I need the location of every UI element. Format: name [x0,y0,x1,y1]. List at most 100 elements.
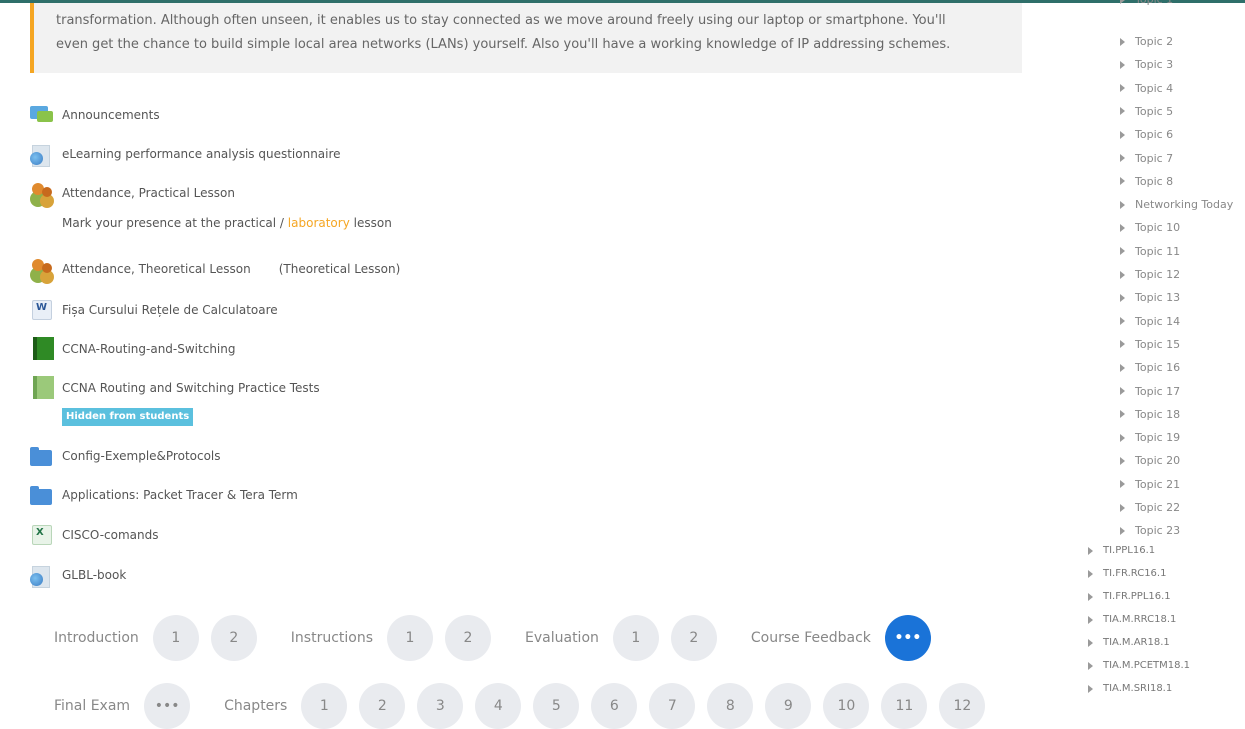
sidebar-topic-label[interactable]: Topic 10 [1135,221,1180,234]
sidebar-topic-item[interactable]: Networking Today [1120,198,1233,211]
expand-triangle-icon[interactable] [1120,433,1125,442]
nav-chapter-3[interactable]: 3 [417,683,464,729]
activity-label[interactable]: Fișa Cursului Rețele de Calculatoare [62,303,278,317]
expand-triangle-icon[interactable] [1120,340,1125,349]
sidebar-topic-label[interactable]: Topic 12 [1135,268,1180,281]
sidebar-course-item[interactable]: TIA.M.AR18.1 [1088,637,1170,648]
expand-triangle-icon[interactable] [1120,107,1125,116]
activity-course-sheet[interactable]: Fișa Cursului Rețele de Calculatoare [30,298,278,322]
activity-ccna-book[interactable]: CCNA-Routing-and-Switching [30,337,235,361]
sidebar-topic-item[interactable]: Topic 7 [1120,152,1173,165]
sidebar-topic-label[interactable]: Topic 11 [1135,245,1180,258]
sidebar-topic-item[interactable]: Topic 17 [1120,385,1180,398]
activity-label[interactable]: Config-Exemple&Protocols [62,449,221,463]
expand-triangle-icon[interactable] [1088,592,1093,601]
sidebar-topic-item[interactable]: Topic 22 [1120,501,1180,514]
sidebar-topic-label[interactable]: Topic 13 [1135,291,1180,304]
activity-label[interactable]: CCNA-Routing-and-Switching [62,342,235,356]
activity-questionnaire[interactable]: eLearning performance analysis questionn… [30,142,341,167]
sidebar-topic-label[interactable]: Topic 23 [1135,524,1180,537]
nav-chapter-1[interactable]: 1 [301,683,348,729]
activity-cisco-commands[interactable]: CISCO-comands [30,523,158,547]
sidebar-course-item[interactable]: TIA.M.SRI18.1 [1088,683,1172,694]
nav-chapter-2[interactable]: 2 [359,683,406,729]
sidebar-topic-label[interactable]: Topic 1 [1135,0,1173,6]
expand-triangle-icon[interactable] [1088,569,1093,578]
expand-triangle-icon[interactable] [1120,456,1125,465]
expand-triangle-icon[interactable] [1120,317,1125,326]
nav-chapter-11[interactable]: 11 [881,683,928,729]
activity-label[interactable]: CCNA Routing and Switching Practice Test… [62,381,320,395]
expand-triangle-icon[interactable] [1120,84,1125,93]
sidebar-topic-label[interactable]: Topic 20 [1135,454,1180,467]
sidebar-course-label[interactable]: TIA.M.AR18.1 [1103,637,1170,648]
sidebar-topic-label[interactable]: Topic 6 [1135,128,1173,141]
sidebar-topic-label[interactable]: Topic 17 [1135,385,1180,398]
sidebar-topic-label[interactable]: Topic 4 [1135,82,1173,95]
sidebar-topic-item[interactable]: Topic 19 [1120,431,1180,444]
sidebar-topic-item[interactable]: Topic 21 [1120,478,1180,491]
activity-attendance-theoretical[interactable]: Attendance, Theoretical Lesson (Theoreti… [30,257,400,281]
sidebar-topic-label[interactable]: Topic 5 [1135,105,1173,118]
expand-triangle-icon[interactable] [1120,0,1125,4]
nav-instructions-2[interactable]: 2 [445,615,492,661]
sidebar-topic-item[interactable]: Topic 18 [1120,408,1180,421]
sidebar-topic-label[interactable]: Topic 16 [1135,361,1180,374]
sidebar-topic-item[interactable]: Topic 8 [1120,175,1173,188]
nav-chapter-4[interactable]: 4 [475,683,522,729]
sidebar-course-item[interactable]: TI.PPL16.1 [1088,545,1155,556]
sidebar-topic-item[interactable]: Topic 10 [1120,221,1180,234]
expand-triangle-icon[interactable] [1120,480,1125,489]
nav-chapter-9[interactable]: 9 [765,683,812,729]
sidebar-course-label[interactable]: TI.FR.PPL16.1 [1103,591,1171,602]
expand-triangle-icon[interactable] [1120,177,1125,186]
activity-label[interactable]: Announcements [62,108,160,122]
sidebar-topic-item[interactable]: Topic 23 [1120,524,1180,537]
expand-triangle-icon[interactable] [1088,661,1093,670]
sidebar-course-item[interactable]: TIA.M.PCETM18.1 [1088,660,1190,671]
expand-triangle-icon[interactable] [1120,363,1125,372]
expand-triangle-icon[interactable] [1088,615,1093,624]
sidebar-topic-item[interactable]: Topic 16 [1120,361,1180,374]
sidebar-topic-item[interactable]: Topic 12 [1120,268,1180,281]
activity-announcements[interactable]: Announcements [30,103,160,127]
sidebar-topic-item[interactable]: Topic 5 [1120,105,1173,118]
sidebar-course-label[interactable]: TI.PPL16.1 [1103,545,1155,556]
activity-label[interactable]: eLearning performance analysis questionn… [62,147,341,161]
nav-course-feedback-more[interactable]: ••• [884,615,931,661]
sidebar-topic-label[interactable]: Topic 14 [1135,315,1180,328]
expand-triangle-icon[interactable] [1120,526,1125,535]
sidebar-course-label[interactable]: TIA.M.RRC18.1 [1103,614,1176,625]
expand-triangle-icon[interactable] [1120,503,1125,512]
sidebar-topic-item[interactable]: Topic 11 [1120,245,1180,258]
nav-chapter-10[interactable]: 10 [823,683,870,729]
expand-triangle-icon[interactable] [1120,293,1125,302]
sidebar-topic-item[interactable]: Topic 4 [1120,82,1173,95]
sidebar-course-label[interactable]: TIA.M.PCETM18.1 [1103,660,1190,671]
expand-triangle-icon[interactable] [1088,684,1093,693]
activity-practice-tests[interactable]: CCNA Routing and Switching Practice Test… [30,376,320,400]
nav-final-exam-more[interactable]: ••• [144,683,191,729]
activity-label[interactable]: CISCO-comands [62,528,158,542]
sidebar-topic-item[interactable]: Topic 6 [1120,128,1173,141]
nav-chapter-7[interactable]: 7 [649,683,696,729]
activity-config-folder[interactable]: Config-Exemple&Protocols [30,444,221,468]
sidebar-topic-label[interactable]: Networking Today [1135,198,1233,211]
expand-triangle-icon[interactable] [1120,37,1125,46]
expand-triangle-icon[interactable] [1088,546,1093,555]
sidebar-course-label[interactable]: TI.FR.RC16.1 [1103,568,1166,579]
sidebar-course-item[interactable]: TI.FR.RC16.1 [1088,568,1166,579]
activity-applications-folder[interactable]: Applications: Packet Tracer & Tera Term [30,483,298,507]
sidebar-course-item[interactable]: TI.FR.PPL16.1 [1088,591,1171,602]
sidebar-topic-label[interactable]: Topic 15 [1135,338,1180,351]
sidebar-course-label[interactable]: TIA.M.SRI18.1 [1103,683,1172,694]
expand-triangle-icon[interactable] [1120,223,1125,232]
sidebar-topic-label[interactable]: Topic 22 [1135,501,1180,514]
sidebar-topic-item[interactable]: Topic 14 [1120,315,1180,328]
expand-triangle-icon[interactable] [1120,130,1125,139]
sidebar-topic-label[interactable]: Topic 7 [1135,152,1173,165]
sidebar-topic-label[interactable]: Topic 19 [1135,431,1180,444]
sidebar-topic-item[interactable]: Topic 2 [1120,35,1173,48]
expand-triangle-icon[interactable] [1120,247,1125,256]
nav-chapter-6[interactable]: 6 [591,683,638,729]
